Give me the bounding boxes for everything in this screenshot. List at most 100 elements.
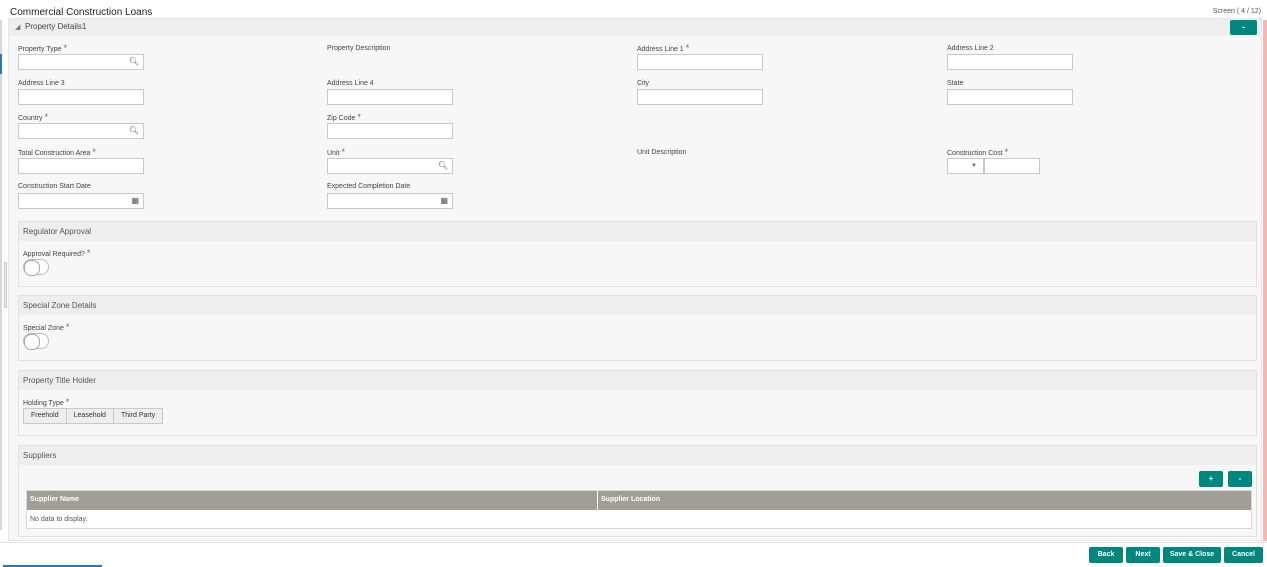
required-mark: * — [341, 147, 345, 157]
save-close-button[interactable]: Save & Close — [1163, 547, 1221, 563]
section-title: Property Title Holder — [23, 376, 96, 385]
special-zone-toggle[interactable] — [23, 333, 49, 350]
property-type-label-text: Property Type — [18, 46, 62, 53]
section-title: Special Zone Details — [23, 301, 97, 310]
screen-counter: Screen ( 4 / 12) — [1212, 8, 1261, 15]
approval-required-toggle[interactable] — [23, 259, 49, 276]
required-mark: * — [65, 322, 70, 332]
zip-code-input[interactable] — [327, 123, 453, 139]
city-input[interactable] — [637, 89, 763, 105]
regulator-approval-section: Regulator Approval Approval Required? * — [18, 221, 1257, 287]
calendar-icon[interactable]: ▦ — [440, 196, 448, 205]
approval-required-label-text: Approval Required? — [23, 251, 85, 258]
unit-input[interactable]: 🔍︎ — [327, 158, 453, 174]
property-type-input[interactable]: 🔍︎ — [18, 54, 144, 70]
grid-empty-message: No data to display. — [30, 516, 88, 523]
section-header: Special Zone Details — [19, 296, 1256, 315]
holding-type-leasehold[interactable]: Leasehold — [66, 408, 114, 424]
cancel-button[interactable]: Cancel — [1224, 547, 1263, 563]
column-supplier-name[interactable]: Supplier Name — [30, 496, 79, 503]
required-mark: * — [44, 112, 49, 122]
holding-type-label: Holding Type * — [23, 397, 69, 407]
triangle-collapse-icon[interactable]: ◢ — [15, 23, 20, 31]
address-line-2-label: Address Line 2 — [947, 45, 994, 52]
column-divider — [597, 491, 598, 510]
state-input[interactable] — [947, 89, 1073, 105]
required-mark: * — [685, 43, 690, 53]
address-line-1-label: Address Line 1 * — [637, 43, 689, 53]
search-icon[interactable]: 🔍︎ — [438, 161, 448, 170]
left-rail-marker — [0, 54, 2, 74]
required-mark: * — [92, 147, 96, 157]
state-label: State — [947, 80, 964, 87]
special-zone-label-text: Special Zone — [23, 325, 64, 332]
required-mark: * — [357, 112, 361, 122]
construction-start-date-input[interactable]: ▦ — [18, 193, 144, 209]
expected-completion-date-label: Expected Completion Date — [327, 183, 411, 190]
construction-start-date-label: Construction Start Date — [18, 183, 91, 190]
total-construction-area-label: Total Construction Area * — [18, 147, 96, 157]
construction-cost-label: Construction Cost * — [947, 147, 1008, 157]
panel-header[interactable]: ◢ Property Details1 - — [9, 19, 1261, 36]
country-input[interactable]: 🔍︎ — [18, 123, 144, 139]
address-line-1-label-text: Address Line 1 — [637, 46, 684, 53]
holding-type-freehold[interactable]: Freehold — [23, 408, 67, 424]
zip-code-label: Zip Code * — [327, 112, 361, 122]
right-scroll-indicator — [1263, 20, 1267, 541]
section-header: Regulator Approval — [19, 222, 1256, 241]
required-mark: * — [86, 248, 91, 258]
collapse-button[interactable]: - — [1230, 20, 1257, 35]
section-header: Suppliers — [19, 446, 1256, 465]
chevron-down-icon[interactable]: ▼ — [971, 163, 977, 169]
section-header: Property Title Holder — [19, 371, 1256, 390]
required-mark: * — [1004, 147, 1009, 157]
country-label-text: Country — [18, 115, 43, 122]
address-line-3-input[interactable] — [18, 89, 144, 105]
address-line-4-input[interactable] — [327, 89, 453, 105]
address-line-2-input[interactable] — [947, 54, 1073, 70]
holding-type-label-text: Holding Type — [23, 400, 64, 407]
total-construction-area-label-text: Total Construction Area — [18, 150, 91, 157]
special-zone-label: Special Zone * — [23, 322, 69, 332]
section-title: Regulator Approval — [23, 227, 92, 236]
suppliers-section: Suppliers + - Supplier Name Supplier Loc… — [18, 445, 1257, 537]
suppliers-grid: Supplier Name Supplier Location No data … — [26, 490, 1252, 529]
search-icon[interactable]: 🔍︎ — [129, 57, 139, 66]
property-details-panel: ◢ Property Details1 - Property Type * 🔍︎ … — [8, 18, 1262, 541]
unit-description-label: Unit Description — [637, 149, 687, 156]
holding-type-third-party[interactable]: Third Party — [113, 408, 164, 424]
remove-supplier-button[interactable]: - — [1228, 471, 1252, 487]
required-mark: * — [63, 43, 67, 53]
left-rail — [0, 20, 2, 530]
next-button[interactable]: Next — [1126, 547, 1160, 563]
special-zone-section: Special Zone Details Special Zone * — [18, 295, 1257, 361]
zip-code-label-text: Zip Code — [327, 115, 356, 122]
panel-title: Property Details1 — [25, 22, 87, 31]
property-type-label: Property Type * — [18, 43, 67, 53]
total-construction-area-input[interactable] — [18, 158, 144, 174]
property-description-label: Property Description — [327, 45, 391, 52]
construction-cost-label-text: Construction Cost — [947, 150, 1003, 157]
approval-required-label: Approval Required? * — [23, 248, 90, 258]
currency-dropdown[interactable]: ▼ — [947, 158, 984, 174]
splitter-handle[interactable] — [4, 262, 7, 308]
unit-label-text: Unit — [327, 150, 340, 157]
grid-header: Supplier Name Supplier Location — [27, 491, 1251, 510]
expected-completion-date-input[interactable]: ▦ — [327, 193, 453, 209]
country-label: Country * — [18, 112, 48, 122]
address-line-1-input[interactable] — [637, 54, 763, 70]
back-button[interactable]: Back — [1089, 547, 1123, 563]
holding-type-segmented: Freehold Leasehold Third Party — [23, 408, 164, 424]
search-icon[interactable]: 🔍︎ — [129, 126, 139, 135]
section-title: Suppliers — [23, 451, 57, 460]
construction-cost-input[interactable] — [984, 158, 1040, 174]
add-supplier-button[interactable]: + — [1199, 471, 1223, 487]
app-title: Commercial Construction Loans — [10, 7, 153, 18]
column-supplier-location[interactable]: Supplier Location — [601, 496, 660, 503]
page: Commercial Construction Loans Screen ( 4… — [0, 0, 1267, 567]
calendar-icon[interactable]: ▦ — [131, 196, 139, 205]
address-line-4-label: Address Line 4 — [327, 80, 374, 87]
unit-label: Unit * — [327, 147, 345, 157]
property-title-holder-section: Property Title Holder Holding Type * Free… — [18, 370, 1257, 436]
address-line-3-label: Address Line 3 — [18, 80, 65, 87]
